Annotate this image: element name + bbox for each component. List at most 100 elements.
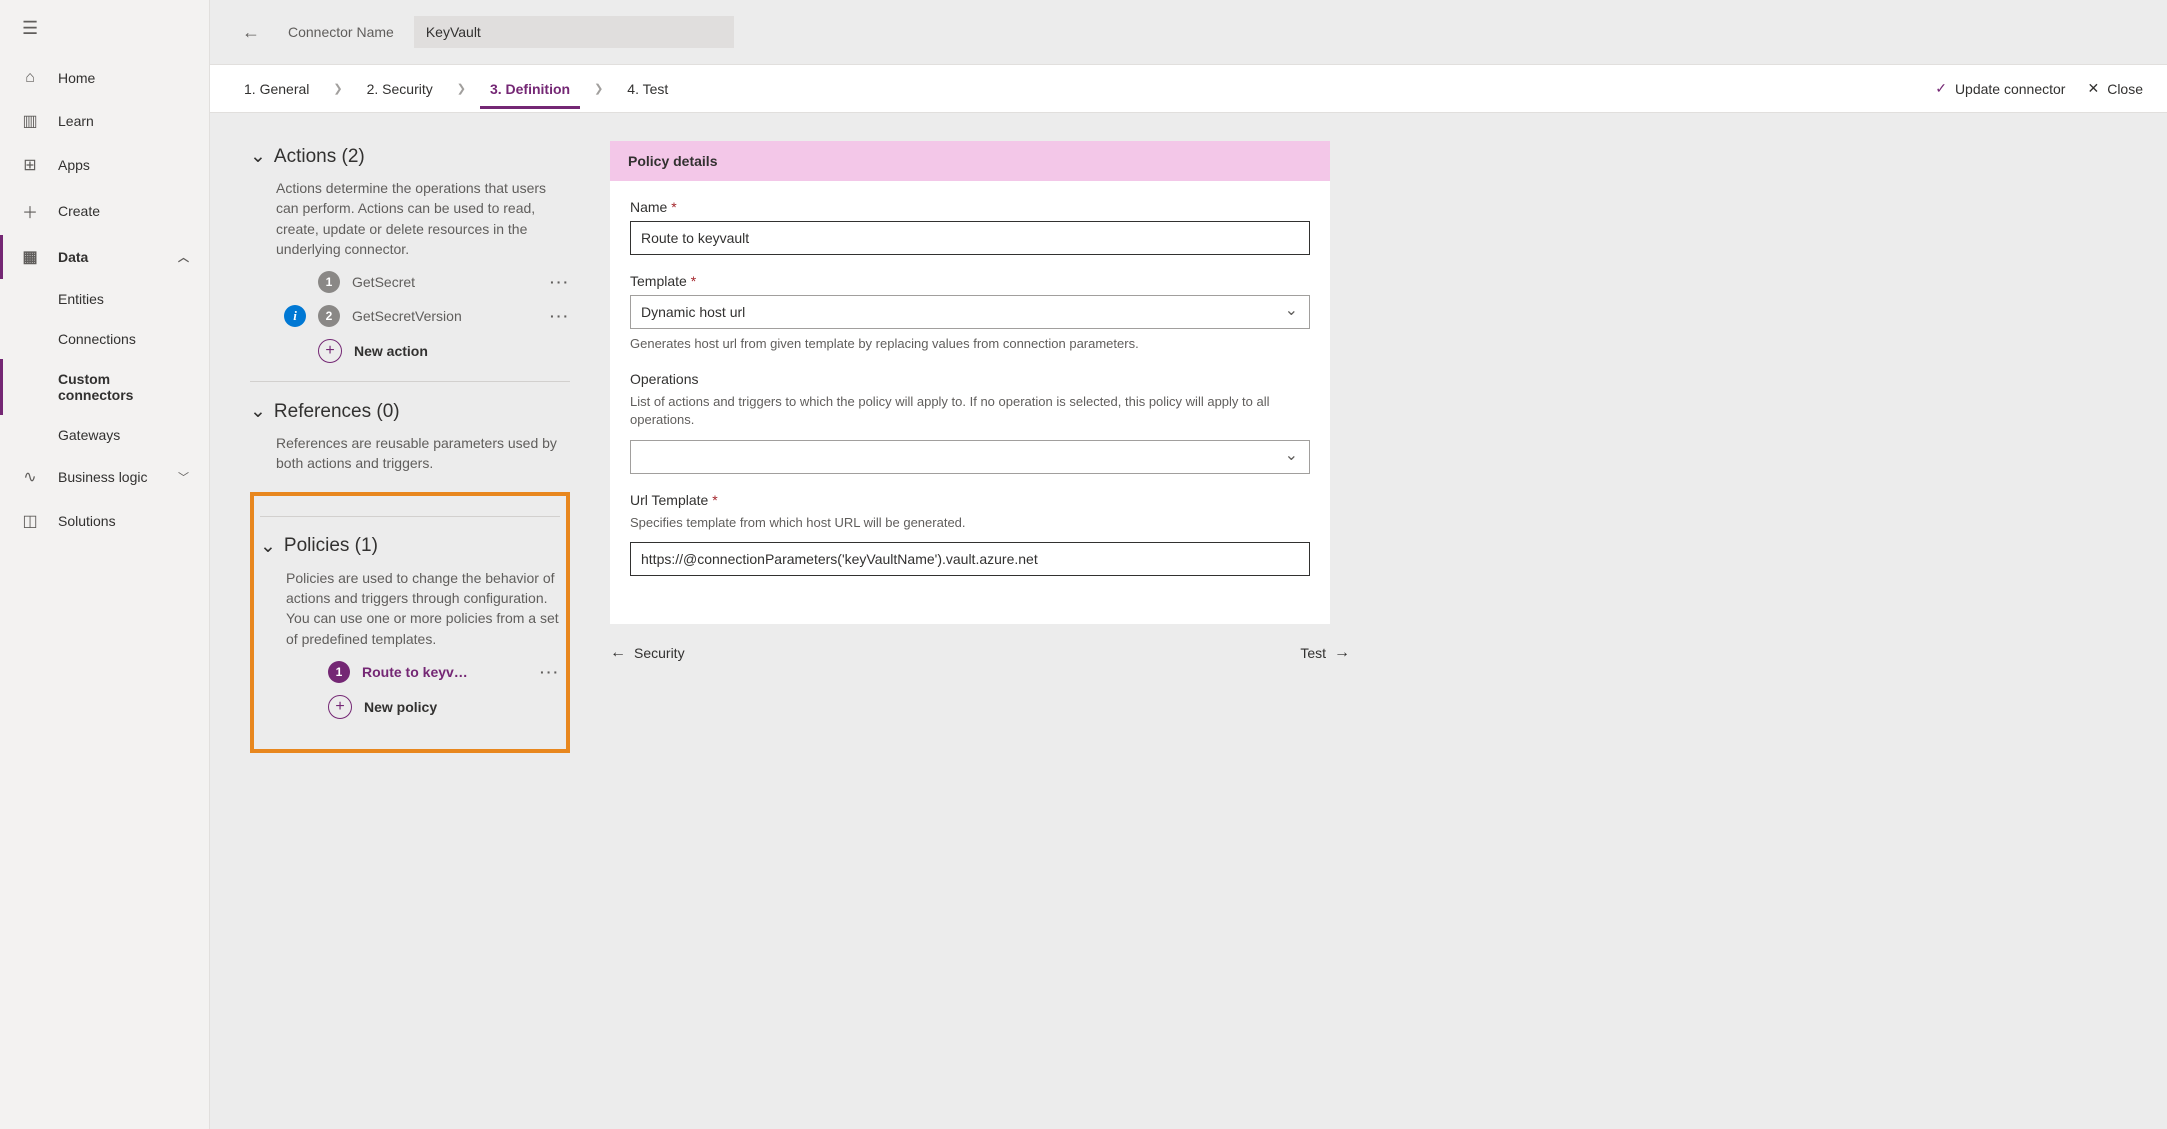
divider: [260, 516, 560, 517]
connector-name-label: Connector Name: [288, 24, 394, 40]
left-navigation: ☰ ⌂ Home ▥ Learn ⊞ Apps ＋ Create ▦ Data …: [0, 0, 210, 1129]
template-label: Template *: [630, 273, 1310, 289]
action-item-getsecret[interactable]: 1 GetSecret ···: [250, 265, 570, 299]
new-action-button[interactable]: + New action: [250, 333, 570, 369]
more-icon[interactable]: ···: [550, 274, 570, 290]
main-area: ← Connector Name 1. General ❯ 2. Securit…: [210, 0, 2167, 1129]
prev-step-link[interactable]: ← Security: [610, 644, 685, 662]
references-header[interactable]: ⌄ References (0): [250, 396, 570, 427]
plus-icon: ＋: [20, 199, 40, 223]
flow-icon: ∿: [20, 467, 40, 487]
field-operations: Operations List of actions and triggers …: [630, 371, 1310, 473]
nav-label: Learn: [58, 113, 94, 129]
update-connector-button[interactable]: ✓ Update connector: [1935, 80, 2065, 97]
nav-learn[interactable]: ▥ Learn: [0, 99, 209, 143]
actions-section: ⌄ Actions (2) Actions determine the oper…: [250, 141, 570, 369]
tab-test[interactable]: 4. Test: [617, 69, 678, 109]
nav-apps[interactable]: ⊞ Apps: [0, 143, 209, 187]
field-template: Template * Generates host url from given…: [630, 273, 1310, 353]
chevron-down-icon: ⌄: [250, 400, 266, 423]
nav-connections[interactable]: Connections: [0, 319, 209, 359]
chevron-down-icon: ⌄: [250, 145, 266, 168]
nav-label: Data: [58, 249, 88, 265]
new-action-label: New action: [354, 343, 570, 359]
name-input[interactable]: [630, 221, 1310, 255]
references-description: References are reusable parameters used …: [250, 427, 570, 480]
policies-highlight-box: ⌄ Policies (1) Policies are used to chan…: [250, 492, 570, 753]
actions-title: Actions (2): [274, 146, 365, 168]
number-badge: 2: [318, 305, 340, 327]
nav-custom-connectors[interactable]: Custom connectors: [0, 359, 209, 415]
policies-section: ⌄ Policies (1) Policies are used to chan…: [260, 531, 560, 725]
prev-label: Security: [634, 645, 685, 661]
next-step-link[interactable]: Test →: [1300, 644, 1350, 662]
field-url-template: Url Template * Specifies template from w…: [630, 492, 1310, 576]
policy-label: Route to keyv…: [362, 664, 528, 680]
nav-data[interactable]: ▦ Data ︿: [0, 235, 209, 279]
back-arrow-icon[interactable]: ←: [234, 22, 268, 43]
nav-entities[interactable]: Entities: [0, 279, 209, 319]
tab-security[interactable]: 2. Security: [357, 69, 443, 109]
checkmark-icon: ✓: [1935, 80, 1947, 97]
arrow-left-icon: ←: [610, 644, 626, 662]
nav-solutions[interactable]: ◫ Solutions: [0, 499, 209, 543]
nav-business-logic[interactable]: ∿ Business logic ﹀: [0, 455, 209, 499]
action-item-getsecretversion[interactable]: i 2 GetSecretVersion ···: [250, 299, 570, 333]
panel-header: Policy details: [610, 141, 1330, 181]
nav-label: Solutions: [58, 513, 116, 529]
close-icon: ✕: [2087, 80, 2099, 97]
solutions-icon: ◫: [20, 511, 40, 531]
number-badge: 1: [318, 271, 340, 293]
divider: [250, 381, 570, 382]
field-name: Name *: [630, 199, 1310, 255]
arrow-right-icon: →: [1334, 644, 1350, 662]
template-helper: Generates host url from given template b…: [630, 335, 1310, 353]
chevron-down-icon: ⌄: [260, 535, 276, 558]
policy-item-route[interactable]: 1 Route to keyv… ···: [260, 655, 560, 689]
action-label: GetSecret: [352, 274, 538, 290]
chevron-right-icon: ❯: [588, 82, 609, 95]
header-bar: ← Connector Name: [210, 0, 2167, 65]
operations-select[interactable]: [630, 440, 1310, 474]
plus-circle-icon: +: [328, 695, 352, 719]
policies-header[interactable]: ⌄ Policies (1): [260, 531, 560, 562]
nav-label: Create: [58, 203, 100, 219]
nav-label: Apps: [58, 157, 90, 173]
nav-home[interactable]: ⌂ Home: [0, 57, 209, 99]
more-icon[interactable]: ···: [540, 664, 560, 680]
template-select[interactable]: [630, 295, 1310, 329]
definition-sidebar: ⌄ Actions (2) Actions determine the oper…: [250, 141, 570, 753]
plus-circle-icon: +: [318, 339, 342, 363]
tab-general[interactable]: 1. General: [234, 69, 319, 109]
nav-create[interactable]: ＋ Create: [0, 187, 209, 235]
url-template-label: Url Template *: [630, 492, 1310, 508]
references-section: ⌄ References (0) References are reusable…: [250, 396, 570, 480]
connector-name-input[interactable]: [414, 16, 734, 48]
chevron-right-icon: ❯: [327, 82, 348, 95]
number-badge: 1: [328, 661, 350, 683]
home-icon: ⌂: [20, 69, 40, 87]
more-icon[interactable]: ···: [550, 308, 570, 324]
wizard-tabs: 1. General ❯ 2. Security ❯ 3. Definition…: [210, 65, 2167, 113]
close-label: Close: [2107, 81, 2143, 97]
nav-label: Business logic: [58, 469, 148, 485]
apps-icon: ⊞: [20, 155, 40, 175]
new-policy-label: New policy: [364, 699, 560, 715]
url-template-input[interactable]: [630, 542, 1310, 576]
book-icon: ▥: [20, 111, 40, 131]
content-area: ⌄ Actions (2) Actions determine the oper…: [210, 113, 2167, 781]
hamburger-icon[interactable]: ☰: [0, 10, 209, 57]
wizard-footer-nav: ← Security Test →: [610, 624, 1350, 672]
url-template-helper: Specifies template from which host URL w…: [630, 514, 1310, 532]
operations-label: Operations: [630, 371, 1310, 387]
nav-label: Home: [58, 70, 95, 86]
nav-gateways[interactable]: Gateways: [0, 415, 209, 455]
new-policy-button[interactable]: + New policy: [260, 689, 560, 725]
tab-definition[interactable]: 3. Definition: [480, 69, 580, 109]
chevron-up-icon: ︿: [178, 249, 189, 265]
policies-description: Policies are used to change the behavior…: [260, 562, 560, 655]
chevron-down-icon: ﹀: [178, 469, 189, 485]
close-button[interactable]: ✕ Close: [2087, 80, 2143, 97]
info-icon: i: [284, 305, 306, 327]
actions-header[interactable]: ⌄ Actions (2): [250, 141, 570, 172]
